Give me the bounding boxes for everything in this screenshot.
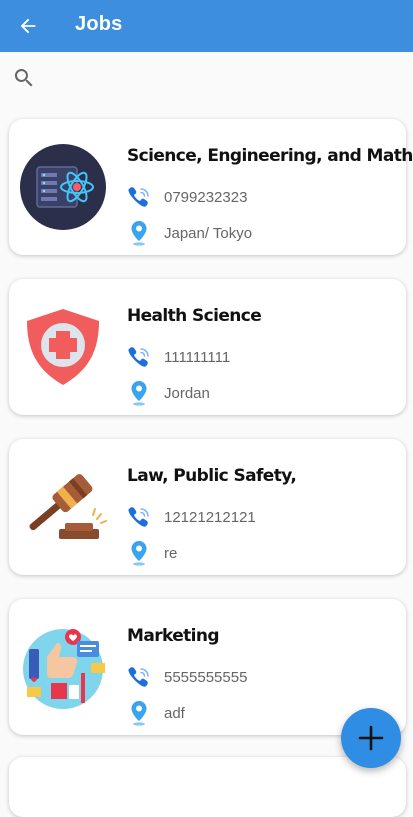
phone-row: 111111111 [125, 344, 230, 370]
location-row: re [125, 540, 177, 566]
job-card[interactable]: Law, Public Safety, 12121212121 re [9, 439, 406, 575]
marketing-icon [23, 629, 105, 709]
search-input[interactable] [44, 64, 398, 94]
medical-shield-icon [27, 309, 99, 385]
location-text: Jordan [164, 384, 210, 402]
job-title: Health Science [127, 306, 262, 326]
location-row: adf [125, 700, 185, 726]
job-card-partial[interactable] [9, 757, 406, 817]
phone-icon [125, 184, 153, 210]
phone-number: 5555555555 [164, 668, 248, 686]
gavel-icon [29, 474, 107, 539]
location-text: re [164, 544, 178, 562]
phone-number: 0799232323 [164, 188, 248, 206]
arrow-left-icon [20, 18, 36, 34]
job-title: Law, Public Safety, [127, 466, 297, 486]
job-card[interactable]: Health Science 111111111 Jordan [9, 279, 406, 415]
job-title: Marketing [127, 626, 220, 646]
page-title: Jobs [75, 13, 123, 35]
location-pin-icon [125, 540, 153, 566]
add-job-button[interactable] [341, 708, 401, 768]
science-atom-icon [20, 144, 106, 230]
phone-icon [125, 504, 153, 530]
app-bar: Jobs [0, 0, 413, 52]
back-button[interactable] [14, 12, 42, 40]
job-card[interactable]: Marketing 5555555555 adf [9, 599, 406, 735]
phone-row: 0799232323 [125, 184, 247, 210]
location-pin-icon [125, 220, 153, 246]
phone-row: 12121212121 [125, 504, 256, 530]
plus-icon [358, 725, 384, 751]
phone-icon [125, 664, 153, 690]
search-icon [14, 69, 33, 87]
location-pin-icon [125, 700, 153, 726]
search-bar [0, 52, 413, 104]
job-title: Science, Engineering, and Math [127, 146, 413, 166]
phone-row: 5555555555 [125, 664, 247, 690]
location-row: Japan/ Tokyo [125, 220, 252, 246]
location-row: Jordan [125, 380, 210, 406]
phone-icon [125, 344, 153, 370]
location-pin-icon [125, 380, 153, 406]
location-text: adf [164, 704, 185, 722]
phone-number: 12121212121 [164, 508, 256, 526]
job-card[interactable]: Science, Engineering, and Math 079923232… [9, 119, 413, 255]
phone-number: 111111111 [164, 348, 231, 366]
location-text: Japan/ Tokyo [164, 224, 253, 242]
